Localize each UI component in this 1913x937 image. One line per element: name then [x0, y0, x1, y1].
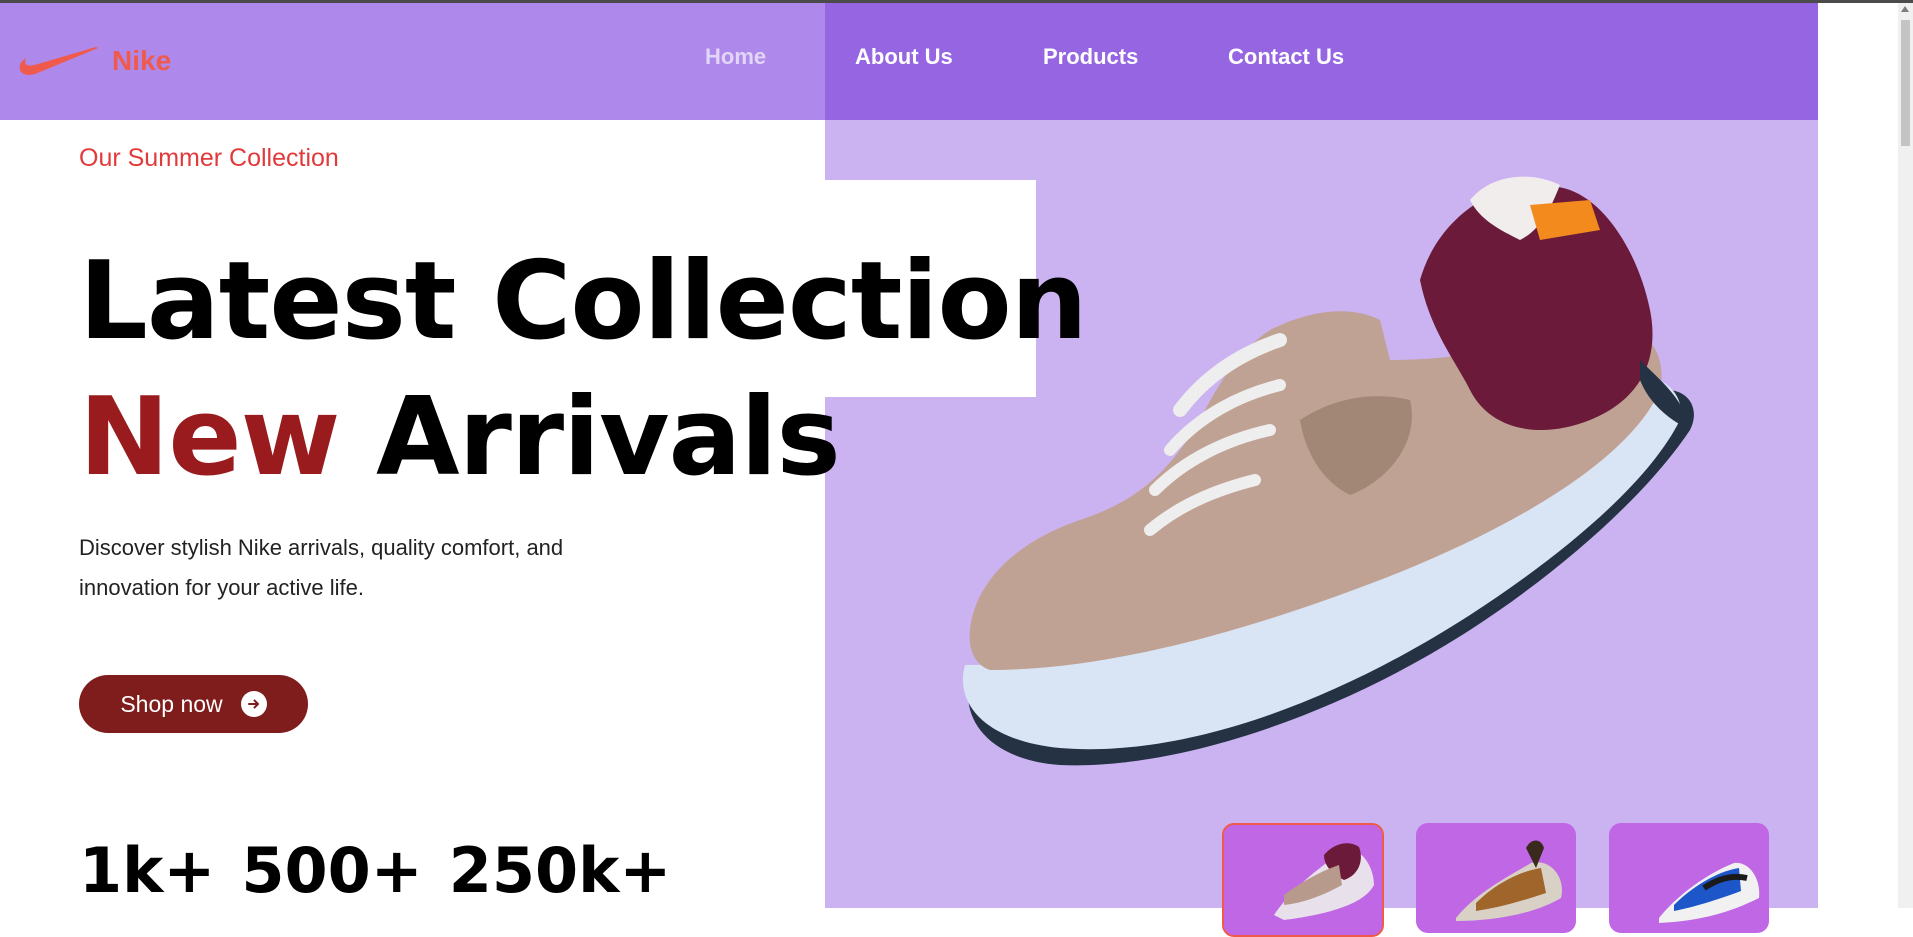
shoe-thumbnail-image — [1659, 862, 1760, 923]
headline-arrivals-word: Arrivals — [339, 375, 841, 500]
nav-about-us[interactable]: About Us — [855, 44, 953, 70]
stats-row: 1k+ 500+ 250k+ — [79, 840, 671, 902]
brand-logo[interactable]: Nike — [18, 44, 171, 78]
thumb-shoe-1[interactable] — [1222, 823, 1384, 937]
nav-home[interactable]: Home — [705, 44, 766, 70]
hero-headline-line1: Latest Collection — [79, 239, 1088, 364]
shoe-thumbnail-image — [1456, 840, 1562, 921]
swoosh-icon — [19, 47, 98, 75]
nav-contact-us[interactable]: Contact Us — [1228, 44, 1344, 70]
hero-eyebrow: Our Summer Collection — [79, 144, 339, 172]
shoe-thumbnail-image — [1274, 843, 1374, 920]
thumb-shoe-3[interactable] — [1609, 823, 1769, 933]
thumb-shoe-2[interactable] — [1416, 823, 1576, 933]
scrollbar-thumb[interactable] — [1901, 20, 1910, 146]
shop-now-button[interactable]: Shop now — [79, 675, 308, 733]
brand-name: Nike — [112, 45, 172, 76]
stat-value: 250k+ — [448, 834, 672, 907]
stat-value: 1k+ — [79, 834, 216, 907]
headline-new-word: New — [79, 375, 340, 500]
hero-shoe-image — [962, 176, 1694, 766]
hero-headline-line2: New Arrivals — [79, 384, 841, 492]
hero-description: Discover stylish Nike arrivals, quality … — [79, 535, 564, 600]
page-scrollbar[interactable] — [1898, 3, 1913, 908]
shop-now-label: Shop now — [120, 690, 223, 717]
nav-products[interactable]: Products — [1043, 44, 1138, 70]
scroll-up-arrow-icon[interactable] — [1901, 6, 1909, 12]
arrow-right-circle-icon — [240, 691, 267, 717]
stat-value: 500+ — [241, 834, 423, 907]
